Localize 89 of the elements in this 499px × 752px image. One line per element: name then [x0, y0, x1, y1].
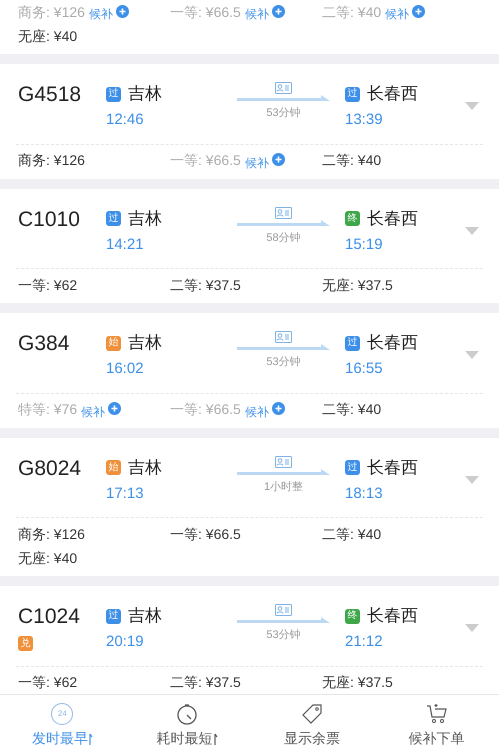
- train-card[interactable]: G8024 始 吉林 17:13 1小时整 过 长春西 18:13 商务: ¥126 一等: ¥66.5 二等: ¥40 无座: ¥40: [0, 438, 499, 576]
- toolbar-tab[interactable]: 显示余票: [250, 703, 374, 752]
- arrow-icon: [237, 617, 330, 625]
- seat-price: 二等: ¥40: [322, 151, 382, 170]
- tag-icon[interactable]: [300, 703, 323, 725]
- station-badge: 始: [106, 336, 121, 350]
- seat-price: 二等: ¥37.5: [170, 673, 241, 692]
- duration: 58分钟: [266, 230, 301, 246]
- id-card-icon: [275, 331, 292, 343]
- departure-time: 20:19: [106, 632, 145, 652]
- train-number: G8024: [18, 456, 82, 482]
- train-card[interactable]: G384 始 吉林 16:02 53分钟 过 长春西 16:55 特等: ¥76 候补 一等: ¥66.5 候补 二等: ¥40: [0, 313, 499, 428]
- id-card-icon: [275, 82, 292, 94]
- exchange-badge: 兑: [18, 636, 33, 651]
- id-card-icon: [275, 206, 292, 218]
- station-badge: 终: [345, 608, 360, 624]
- station-name: 吉林: [128, 208, 162, 230]
- arrival-time: 21:12: [345, 632, 384, 652]
- seat-price: 无座: ¥40: [18, 26, 78, 46]
- train-card[interactable]: C1010 过 吉林 14:21 58分钟 终 长春西 15:19 一等: ¥62 二等: ¥37.5 无座: ¥37.5: [0, 188, 499, 303]
- toolbar-tab[interactable]: 耗时最短: [124, 703, 250, 752]
- station-badge: 始: [106, 460, 121, 475]
- station-badge: 过: [345, 336, 360, 350]
- seat-price: 一等: ¥66.5: [170, 524, 241, 544]
- station-name: 吉林: [128, 605, 162, 628]
- train-card[interactable]: G4518 过 吉林 12:46 53分钟 过 长春西 13:39 商务: ¥126 一等: ¥66.5 候补 二等: ¥40: [0, 64, 499, 178]
- station-name: 长春西: [367, 332, 418, 354]
- toolbar-tab[interactable]: 候补下单: [374, 703, 499, 752]
- station-badge: 过: [345, 86, 360, 102]
- seat-price: 一等: ¥66.5: [170, 2, 241, 22]
- plus-icon[interactable]: [412, 4, 426, 18]
- train-number: G384: [18, 331, 70, 357]
- seat-price: 一等: ¥66.5: [170, 400, 241, 419]
- seat-price: 无座: ¥40: [18, 548, 78, 568]
- plus-icon[interactable]: [272, 4, 285, 18]
- plus-icon[interactable]: [108, 402, 122, 415]
- departure-time: 14:21: [106, 234, 145, 254]
- arrival-time: 13:39: [345, 110, 384, 130]
- arrival-time: 18:13: [345, 484, 384, 504]
- station-badge: 终: [345, 211, 360, 226]
- station-name: 长春西: [367, 83, 418, 106]
- plus-icon[interactable]: [116, 4, 129, 18]
- arrow-icon: [237, 95, 330, 103]
- seat-price: 二等: ¥40: [322, 2, 382, 22]
- arrow-icon: [237, 344, 330, 352]
- seat-price: 一等: ¥62: [18, 276, 78, 294]
- seat-price: 无座: ¥37.5: [322, 276, 393, 294]
- plus-icon[interactable]: [272, 153, 285, 166]
- station-name: 长春西: [367, 605, 418, 628]
- id-card-icon: [275, 456, 292, 468]
- seat-price: 商务: ¥126: [18, 524, 85, 544]
- station-name: 吉林: [128, 456, 162, 479]
- duration: 53分钟: [266, 106, 301, 121]
- seat-price: 二等: ¥37.5: [170, 276, 241, 294]
- arrival-time: 16:55: [345, 359, 384, 379]
- station-name: 长春西: [367, 456, 418, 479]
- seat-price: 商务: ¥126: [18, 151, 85, 170]
- duration: 1小时整: [264, 480, 304, 494]
- departure-time: 17:13: [106, 484, 145, 504]
- duration: 53分钟: [266, 355, 301, 370]
- train-number: G4518: [18, 82, 82, 108]
- station-badge: 过: [106, 608, 121, 624]
- seat-price: 无座: ¥37.5: [322, 673, 393, 692]
- seat-price: 二等: ¥40: [322, 524, 382, 544]
- station-name: 长春西: [367, 208, 418, 230]
- seat-price: 一等: ¥62: [18, 673, 78, 692]
- departure-time: 12:46: [106, 110, 145, 130]
- arrival-time: 15:19: [345, 234, 384, 254]
- station-name: 吉林: [128, 83, 162, 106]
- station-badge: 过: [106, 211, 121, 226]
- train-card[interactable]: 商务: ¥126 候补 一等: ¥66.5 候补 二等: ¥40 候补 无座: ¥40: [0, 0, 499, 54]
- seat-price: 二等: ¥40: [322, 400, 382, 419]
- seat-price: 商务: ¥126: [18, 2, 85, 22]
- station-name: 吉林: [128, 332, 162, 354]
- station-badge: 过: [106, 86, 121, 102]
- seat-price: 特等: ¥76: [18, 400, 78, 419]
- stopwatch-icon[interactable]: [176, 703, 198, 725]
- seat-price: 一等: ¥66.5: [170, 151, 241, 170]
- id-card-icon: [275, 604, 292, 616]
- train-number: C1024: [18, 604, 81, 630]
- plus-icon[interactable]: [272, 402, 285, 415]
- station-badge: 过: [345, 460, 360, 475]
- duration: 53分钟: [266, 628, 301, 643]
- cart-icon[interactable]: [426, 703, 448, 725]
- arrow-icon: [237, 468, 330, 476]
- arrow-icon: [237, 220, 330, 228]
- train-card[interactable]: C1024 兑 过 吉林 20:19 53分钟 终 长春西 21:12 一等: ¥62 二等: ¥37.5 无座: ¥37.5: [0, 586, 499, 694]
- departure-time: 16:02: [106, 359, 145, 379]
- train-number: C1010: [18, 206, 81, 232]
